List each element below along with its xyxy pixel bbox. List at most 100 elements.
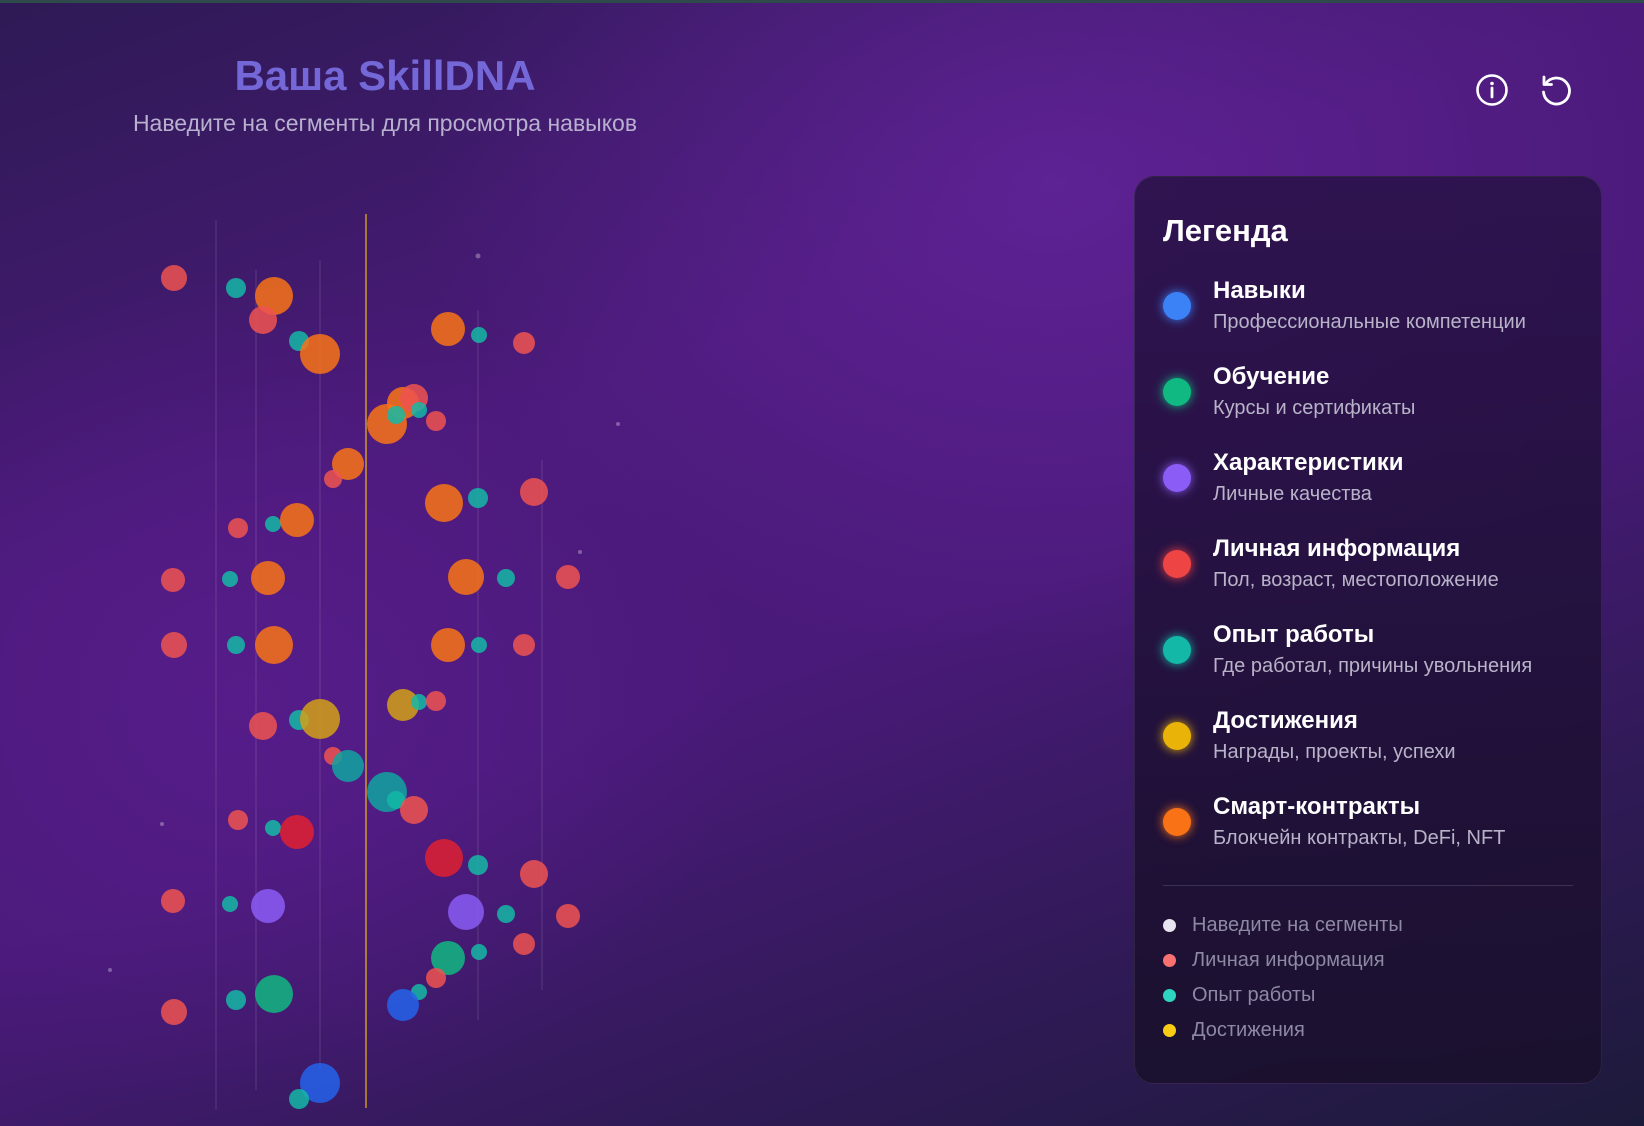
status-dot-icon [1163, 954, 1176, 967]
skill-dna-helix[interactable] [80, 190, 700, 1120]
helix-nodes[interactable] [161, 265, 580, 1109]
status-dot-icon [1163, 1024, 1176, 1037]
info-button[interactable] [1474, 72, 1510, 108]
node-work [471, 637, 487, 653]
education-dot-icon [1163, 378, 1191, 406]
node-work [227, 636, 245, 654]
node-personal [520, 860, 548, 888]
skills-dot-icon [1163, 292, 1191, 320]
status-dot-icon [1163, 989, 1176, 1002]
node-work [265, 516, 281, 532]
legend-item-desc: Где работал, причины увольнения [1213, 655, 1533, 677]
node-personal [400, 796, 428, 824]
node-personal [324, 470, 342, 488]
legend-item-traits[interactable]: Характеристики Личные качества [1163, 447, 1573, 533]
node-personal [161, 889, 185, 913]
legend-list: Навыки Профессиональные компетенции Обуч… [1163, 275, 1573, 877]
legend-item-education[interactable]: Обучение Курсы и сертификаты [1163, 361, 1573, 447]
node-work [222, 896, 238, 912]
node-personal [249, 306, 277, 334]
status-item: Достижения [1163, 1013, 1573, 1048]
legend-item-label: Личная информация [1213, 535, 1461, 562]
node-contracts [300, 334, 340, 374]
status-dot-icon [1163, 919, 1176, 932]
node-personal [513, 634, 535, 656]
node-contracts [251, 561, 285, 595]
status-item: Опыт работы [1163, 978, 1573, 1013]
node-work [411, 402, 427, 418]
legend-item-desc: Личные качества [1213, 483, 1372, 505]
node-work [497, 905, 515, 923]
node-trait [448, 894, 484, 930]
node-contracts [431, 312, 465, 346]
refresh-icon [1542, 75, 1571, 106]
node-personal [426, 968, 446, 988]
legend-title: Легенда [1163, 213, 1288, 248]
node-education [255, 975, 293, 1013]
legend-item-contracts[interactable]: Смарт-контракты Блокчейн контракты, DeFi… [1163, 791, 1573, 877]
node-work [265, 820, 281, 836]
legend-item-achievements[interactable]: Достижения Награды, проекты, успехи [1163, 705, 1573, 791]
legend-item-label: Опыт работы [1213, 621, 1375, 648]
node-contracts [255, 626, 293, 664]
status-item: Наведите на сегменты [1163, 908, 1573, 943]
status-text: Опыт работы [1192, 984, 1316, 1006]
node-personal [426, 691, 446, 711]
page-subtitle: Наведите на сегменты для просмотра навык… [132, 110, 638, 136]
info-icon [1476, 74, 1508, 106]
legend-item-desc: Курсы и сертификаты [1213, 397, 1416, 419]
node-personal [161, 632, 187, 658]
traits-dot-icon [1163, 464, 1191, 492]
node-personal [249, 712, 277, 740]
node-skill [387, 989, 419, 1021]
node-personal [426, 411, 446, 431]
node-work [226, 990, 246, 1010]
node-work [497, 569, 515, 587]
node-personal [513, 933, 535, 955]
status-text: Достижения [1192, 1019, 1305, 1041]
node-work [332, 750, 364, 782]
legend-item-personal[interactable]: Личная информация Пол, возраст, местопол… [1163, 533, 1573, 619]
legend-item-label: Достижения [1213, 707, 1358, 734]
node-personal [513, 332, 535, 354]
legend-item-desc: Блокчейн контракты, DeFi, NFT [1213, 827, 1506, 849]
node-personal [280, 815, 314, 849]
node-work [468, 855, 488, 875]
node-personal [425, 839, 463, 877]
node-work [411, 694, 427, 710]
status-item: Личная информация [1163, 943, 1573, 978]
node-personal [228, 810, 248, 830]
node-personal [556, 904, 580, 928]
node-contracts [448, 559, 484, 595]
node-work [471, 327, 487, 343]
window-top-border [0, 0, 1644, 3]
reset-button[interactable] [1538, 72, 1574, 108]
personal-dot-icon [1163, 550, 1191, 578]
node-personal [556, 565, 580, 589]
work-dot-icon [1163, 636, 1191, 664]
legend-divider [1163, 885, 1573, 886]
node-personal [228, 518, 248, 538]
contracts-dot-icon [1163, 808, 1191, 836]
node-contracts [425, 484, 463, 522]
legend-item-work[interactable]: Опыт работы Где работал, причины увольне… [1163, 619, 1573, 705]
page-header: Ваша SkillDNA Наведите на сегменты для п… [60, 48, 710, 137]
page-title: Ваша SkillDNA [234, 52, 536, 99]
node-personal [161, 265, 187, 291]
legend-item-desc: Пол, возраст, местоположение [1213, 569, 1499, 591]
node-work [471, 944, 487, 960]
legend-item-desc: Профессиональные компетенции [1213, 311, 1526, 333]
node-contracts [431, 628, 465, 662]
status-text: Наведите на сегменты [1192, 914, 1403, 936]
node-achievement [300, 699, 340, 739]
legend-item-label: Смарт-контракты [1213, 793, 1421, 820]
node-trait [251, 889, 285, 923]
toolbar [1474, 72, 1574, 108]
node-personal [161, 568, 185, 592]
legend-item-label: Обучение [1213, 363, 1330, 390]
node-contracts [280, 503, 314, 537]
node-work [226, 278, 246, 298]
legend-item-label: Характеристики [1213, 449, 1404, 476]
legend-item-skills[interactable]: Навыки Профессиональные компетенции [1163, 275, 1573, 361]
node-personal [520, 478, 548, 506]
